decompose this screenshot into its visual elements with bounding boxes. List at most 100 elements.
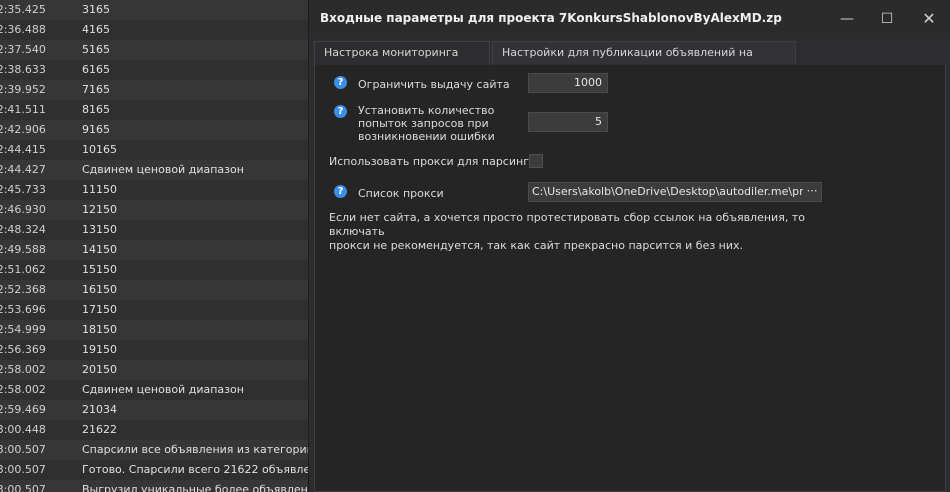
proxy-list-label: Список прокси	[358, 187, 444, 200]
log-value: Сдвинем ценовой диапазон	[82, 163, 244, 176]
log-value: Выгрузил уникальные более объявлений	[82, 483, 323, 492]
proxy-list-input[interactable]: C:\Users\akolb\OneDrive\Desktop\autodile…	[528, 182, 822, 202]
log-time: :12:53.696	[0, 303, 46, 316]
log-row[interactable]: :12:37.540 5165	[0, 40, 330, 60]
log-time: :13:00.507	[0, 443, 46, 456]
log-row[interactable]: :12:38.633 6165	[0, 60, 330, 80]
log-time: :12:52.368	[0, 283, 46, 296]
retries-label-line2: попыток запросов при	[358, 117, 489, 130]
log-value: 14150	[82, 243, 117, 256]
log-value: 4165	[82, 23, 110, 36]
log-time: :12:35.425	[0, 3, 46, 16]
log-row[interactable]: :12:35.425 3165	[0, 0, 330, 20]
log-row[interactable]: :12:44.427 Сдвинем ценовой диапазон	[0, 160, 330, 180]
log-value: 7165	[82, 83, 110, 96]
log-value: 6165	[82, 63, 110, 76]
log-row[interactable]: :12:49.588 14150	[0, 240, 330, 260]
log-value: 21622	[82, 423, 117, 436]
help-icon[interactable]: ?	[334, 105, 347, 118]
log-time: :13:00.448	[0, 423, 46, 436]
log-value: 17150	[82, 303, 117, 316]
log-value: 3165	[82, 3, 110, 16]
log-value: 19150	[82, 343, 117, 356]
log-value: 21034	[82, 403, 117, 416]
log-value: 16150	[82, 283, 117, 296]
log-time: :12:39.952	[0, 83, 46, 96]
log-time: :12:54.999	[0, 323, 46, 336]
log-row[interactable]: :12:42.906 9165	[0, 120, 330, 140]
log-time: :12:58.002	[0, 383, 46, 396]
log-row[interactable]: :12:46.930 12150	[0, 200, 330, 220]
limit-label: Ограничить выдачу сайта	[358, 78, 510, 91]
log-row[interactable]: :12:44.415 10165	[0, 140, 330, 160]
log-value: 10165	[82, 143, 117, 156]
log-time: :13:00.507	[0, 483, 46, 492]
dialog-title: Входные параметры для проекта 7KonkursSh…	[320, 11, 782, 25]
help-icon[interactable]: ?	[334, 185, 347, 198]
browse-button[interactable]: ⋯	[803, 183, 821, 201]
log-value: 20150	[82, 363, 117, 376]
log-time: :12:58.002	[0, 363, 46, 376]
log-row[interactable]: :13:00.507 Спарсили все объявления из кат…	[0, 440, 330, 460]
retries-input[interactable]: 5	[528, 112, 608, 132]
log-row[interactable]: :13:00.507 Выгрузил уникальные более объя…	[0, 480, 330, 492]
log-time: :12:38.633	[0, 63, 46, 76]
retries-label-line3: возникновении ошибки	[358, 130, 495, 143]
log-row[interactable]: :12:45.733 11150	[0, 180, 330, 200]
log-time: :12:42.906	[0, 123, 46, 136]
log-time: :12:41.511	[0, 103, 46, 116]
log-row[interactable]: :12:48.324 13150	[0, 220, 330, 240]
maximize-button[interactable]: ☐	[877, 9, 897, 29]
tab-link-monitoring[interactable]: Настрока мониторинга ссылок	[314, 41, 490, 81]
log-row[interactable]: :12:54.999 18150	[0, 320, 330, 340]
log-row[interactable]: :12:56.369 19150	[0, 340, 330, 360]
note-line-1: Если нет сайта, а хочется просто протест…	[329, 211, 805, 238]
log-time: :12:36.488	[0, 23, 46, 36]
tab-strip: Настрока мониторинга ссылок Настройки дл…	[314, 41, 946, 81]
log-value: 8165	[82, 103, 110, 116]
log-value: Готово. Спарсили всего 21622 объявлений.…	[82, 463, 330, 476]
note-line-2: прокси не рекомендуется, так как сайт пр…	[329, 239, 744, 252]
close-button[interactable]: ✕	[919, 9, 939, 29]
log-value: Сдвинем ценовой диапазон	[82, 383, 244, 396]
log-time: :12:56.369	[0, 343, 46, 356]
settings-panel: ? Ограничить выдачу сайта 1000 ? Установ…	[314, 65, 946, 492]
log-row[interactable]: :13:00.448 21622	[0, 420, 330, 440]
help-icon[interactable]: ?	[334, 76, 347, 89]
log-time: :12:44.415	[0, 143, 46, 156]
log-value: 5165	[82, 43, 110, 56]
proxy-path-text: C:\Users\akolb\OneDrive\Desktop\autodile…	[532, 185, 822, 198]
log-value: 9165	[82, 123, 110, 136]
log-time: :12:44.427	[0, 163, 46, 176]
proxy-note: Если нет сайта, а хочется просто протест…	[329, 211, 829, 253]
log-time: :12:45.733	[0, 183, 46, 196]
limit-input[interactable]: 1000	[528, 73, 608, 93]
use-proxy-checkbox[interactable]	[529, 154, 543, 168]
log-row[interactable]: :12:36.488 4165	[0, 20, 330, 40]
log-value: 11150	[82, 183, 117, 196]
log-row[interactable]: :12:41.511 8165	[0, 100, 330, 120]
log-row[interactable]: :12:51.062 15150	[0, 260, 330, 280]
minimize-button[interactable]: —	[837, 9, 857, 29]
log-time: :12:37.540	[0, 43, 46, 56]
log-value: 12150	[82, 203, 117, 216]
log-time: :12:51.062	[0, 263, 46, 276]
tab-site-publishing[interactable]: Настройки для публикации объявлений на с…	[492, 41, 796, 81]
log-row[interactable]: :12:52.368 16150	[0, 280, 330, 300]
log-time: :12:46.930	[0, 203, 46, 216]
title-bar: Входные параметры для проекта 7KonkursSh…	[309, 0, 950, 38]
log-row[interactable]: :12:58.002 Сдвинем ценовой диапазон	[0, 380, 330, 400]
log-row[interactable]: :12:58.002 20150	[0, 360, 330, 380]
log-row[interactable]: :13:00.507 Готово. Спарсили всего 21622 о…	[0, 460, 330, 480]
use-proxy-label: Использовать прокси для парсинга	[329, 155, 536, 168]
log-value: 13150	[82, 223, 117, 236]
log-value: 15150	[82, 263, 117, 276]
log-row[interactable]: :12:59.469 21034	[0, 400, 330, 420]
log-value: 18150	[82, 323, 117, 336]
retries-label-line1: Установить количество	[358, 104, 495, 117]
log-time: :12:48.324	[0, 223, 46, 236]
parameters-dialog: Входные параметры для проекта 7KonkursSh…	[308, 0, 950, 492]
log-row[interactable]: :12:53.696 17150	[0, 300, 330, 320]
log-time: :12:49.588	[0, 243, 46, 256]
log-row[interactable]: :12:39.952 7165	[0, 80, 330, 100]
